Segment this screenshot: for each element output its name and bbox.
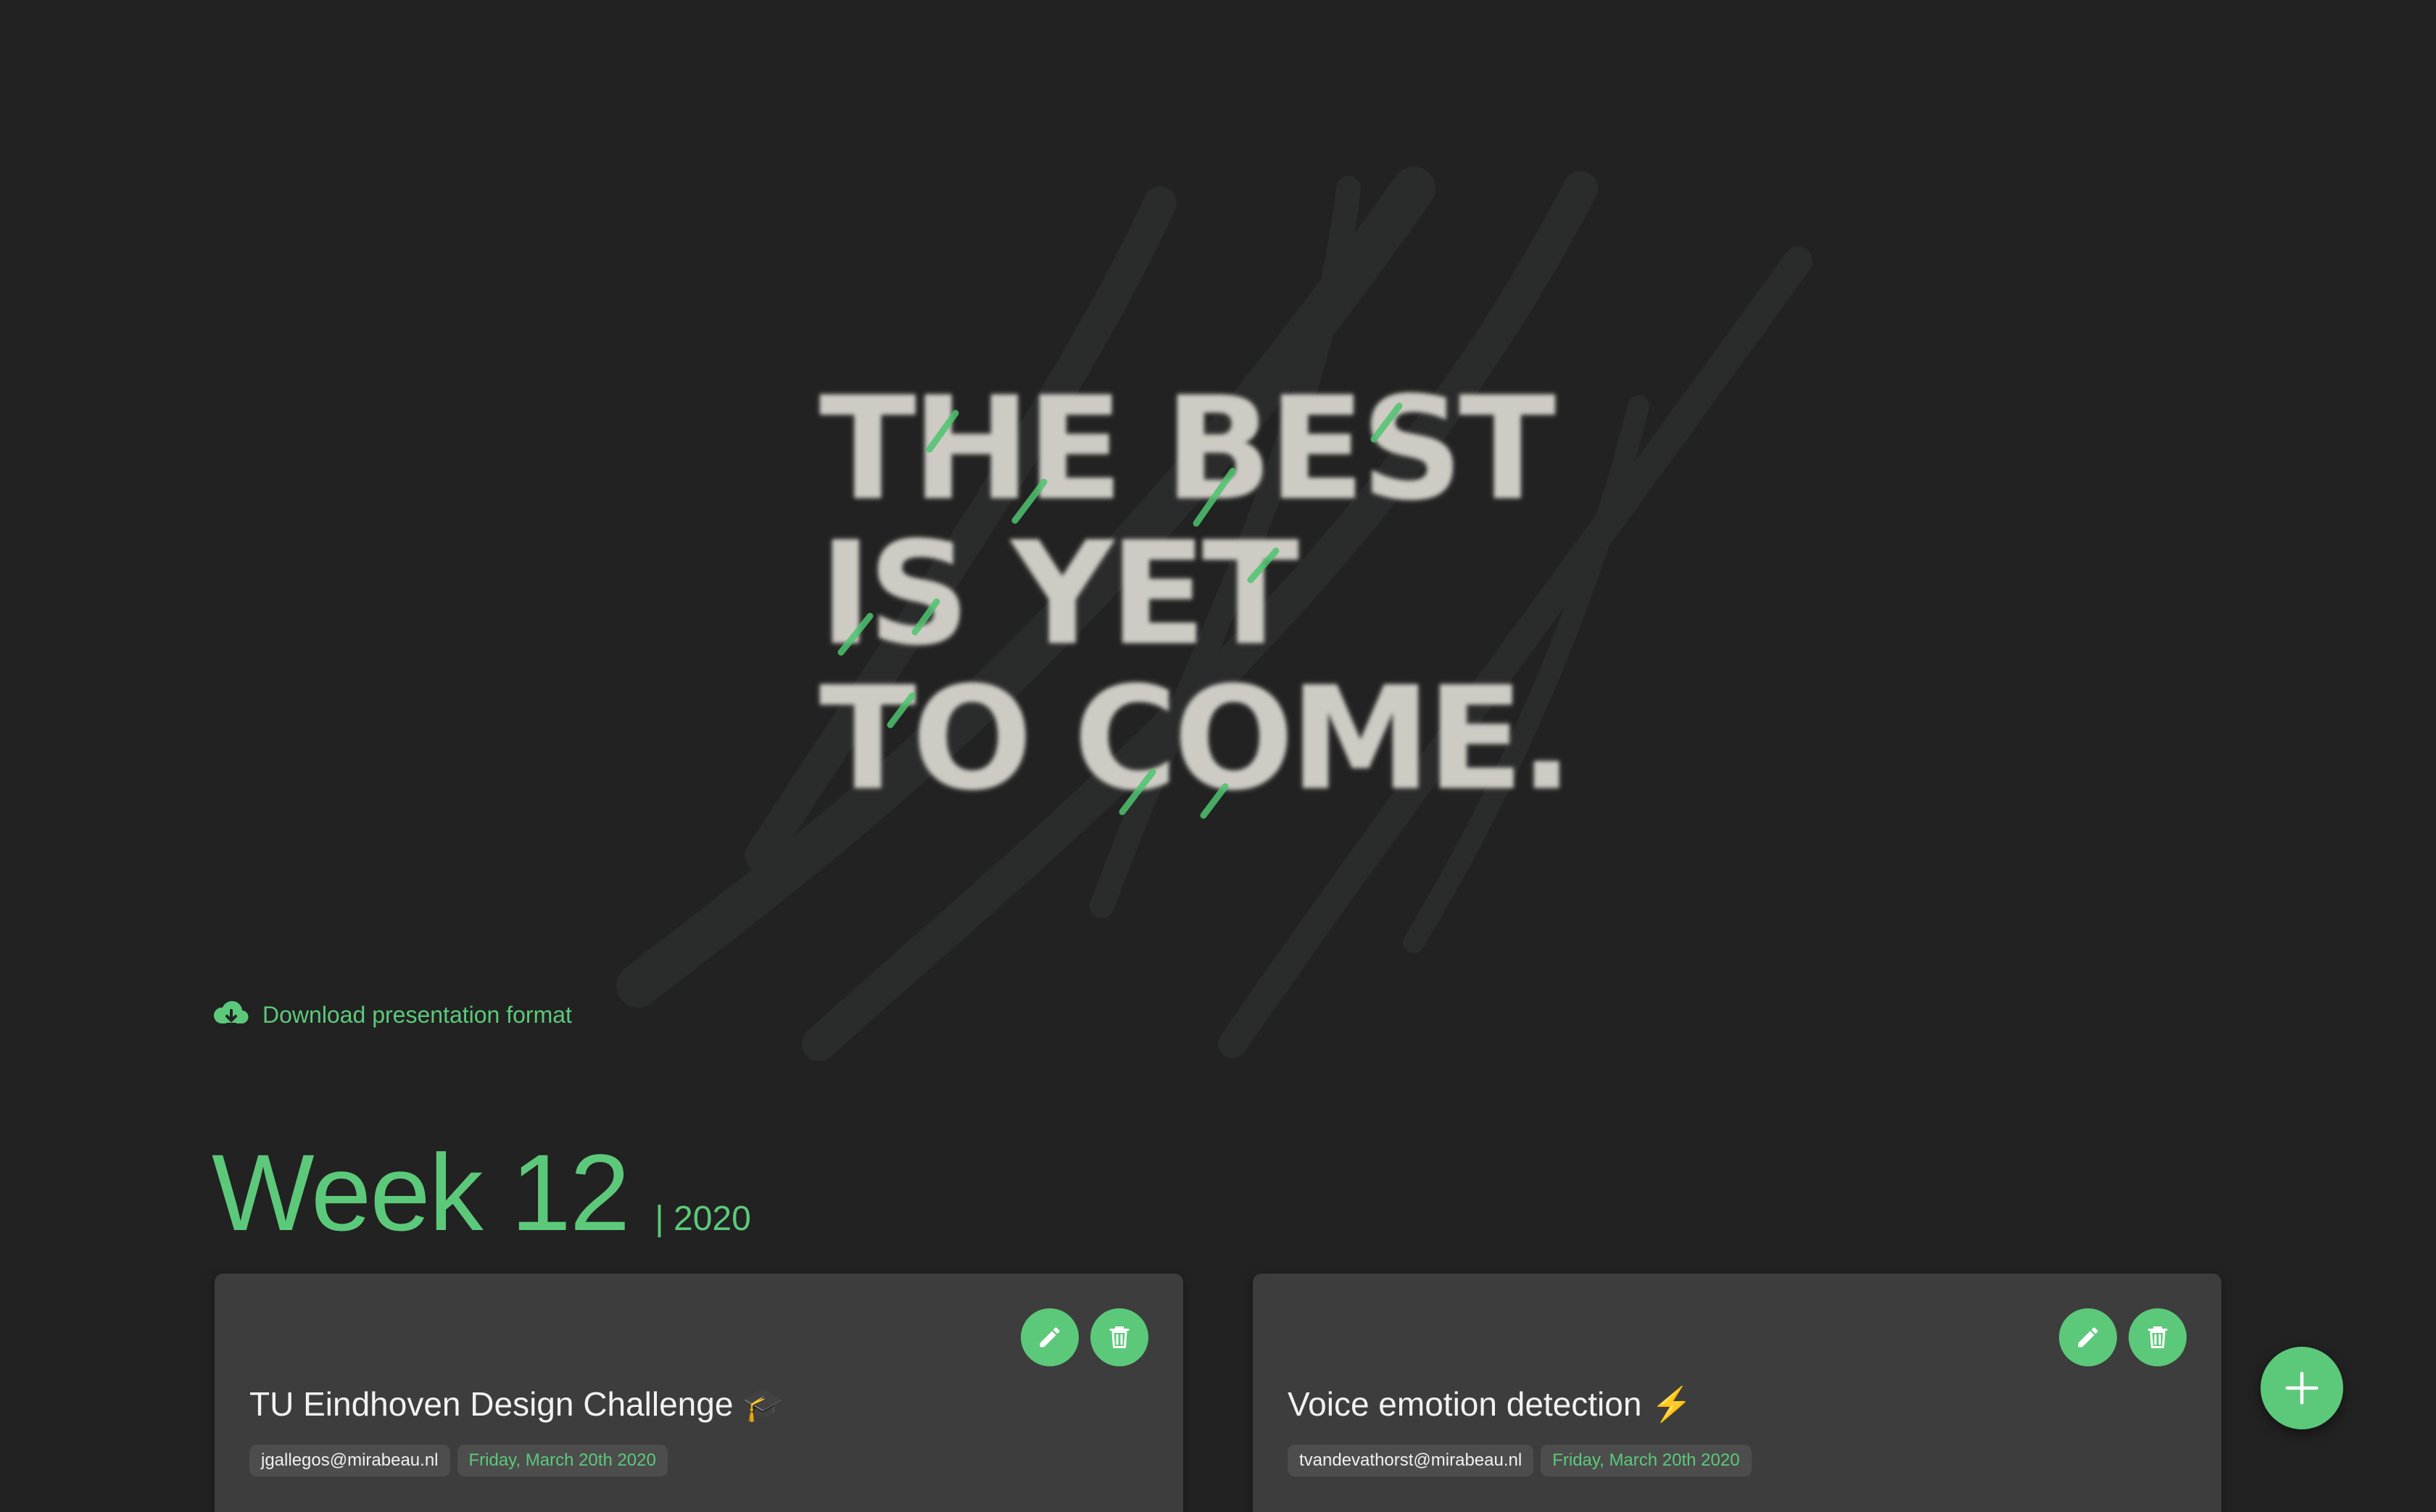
edit-button[interactable]	[1021, 1308, 1079, 1366]
download-presentation-link[interactable]: Download presentation format	[213, 994, 572, 1035]
week-heading: Week 12 | 2020	[212, 1131, 751, 1254]
hero-headline-line-3: TO COME.	[819, 657, 1573, 822]
card-title: Voice emotion detection ⚡	[1288, 1385, 1693, 1423]
add-idea-button[interactable]	[2261, 1347, 2343, 1429]
card-actions	[2059, 1308, 2187, 1366]
delete-button[interactable]	[1090, 1308, 1148, 1366]
edit-button[interactable]	[2059, 1308, 2117, 1366]
idea-card[interactable]: Voice emotion detection ⚡ tvandevathorst…	[1253, 1274, 2221, 1512]
hero-headline-line-1: THE BEST	[819, 367, 1556, 532]
page: THE BEST IS YET TO COME. Download presen…	[0, 0, 2436, 1512]
pencil-icon	[2078, 1327, 2098, 1347]
author-email-chip: jgallegos@mirabeau.nl	[249, 1445, 450, 1476]
idea-card[interactable]: TU Eindhoven Design Challenge 🎓 jgallego…	[215, 1274, 1183, 1512]
trash-icon	[2147, 1326, 2168, 1348]
date-chip: Friday, March 20th 2020	[457, 1445, 668, 1476]
card-meta: tvandevathorst@mirabeau.nl Friday, March…	[1288, 1445, 1752, 1476]
card-actions	[1021, 1308, 1148, 1366]
trash-icon	[1109, 1326, 1130, 1348]
download-label: Download presentation format	[262, 1001, 572, 1028]
delete-button[interactable]	[2129, 1308, 2187, 1366]
author-email-chip: tvandevathorst@mirabeau.nl	[1288, 1445, 1534, 1476]
card-title: TU Eindhoven Design Challenge 🎓	[249, 1385, 784, 1423]
card-meta: jgallegos@mirabeau.nl Friday, March 20th…	[249, 1445, 668, 1476]
week-title: Week 12	[212, 1131, 630, 1253]
pencil-icon	[1040, 1327, 1060, 1347]
cloud-download-icon	[213, 1001, 249, 1026]
hero-banner: THE BEST IS YET TO COME.	[0, 0, 2436, 1087]
date-chip: Friday, March 20th 2020	[1541, 1445, 1752, 1476]
hero-headline-line-2: IS YET	[819, 512, 1299, 677]
hero-headline: THE BEST IS YET TO COME.	[819, 367, 1573, 822]
week-year: | 2020	[655, 1200, 751, 1238]
plus-icon	[2285, 1371, 2319, 1405]
